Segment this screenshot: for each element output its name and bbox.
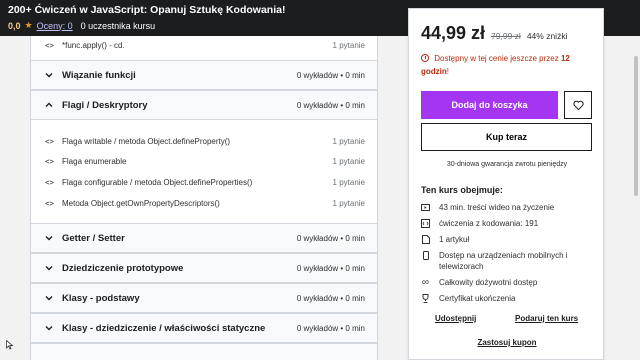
chevron-down-icon [45,236,53,241]
section-meta: 0 wykładów • 0 min [296,71,365,80]
lesson-meta: 1 pytanie [332,137,365,146]
infinity-icon: ∞ [421,277,430,288]
section-klasy-dziedziczenie[interactable]: Klasy - dziedziczenie / właściwości stat… [31,313,377,343]
section-meta: 0 wykładów • 0 min [296,101,365,110]
chevron-down-icon [45,326,53,331]
code-icon: <> [45,137,55,146]
star-icon: ★ [24,20,33,30]
lesson-item[interactable]: <> Metoda Object.getOwnPropertyDescripto… [31,194,377,214]
lesson-item[interactable]: <> Flaga enumerable 1 pytanie [31,152,377,172]
page-scrollbar[interactable] [632,36,640,360]
includes-title: Ten kurs obejmuje: [421,185,503,195]
lesson-meta: 1 pytanie [332,157,365,166]
trophy-icon [421,294,430,303]
lesson-name: Flaga enumerable [62,157,127,166]
discount-label: 44% zniżki [526,31,568,41]
lesson-meta: 1 pytanie [332,41,365,50]
code-icon: <> [45,157,55,166]
course-title: 200+ Ćwiczeń w JavaScript: Opanuj Sztukę… [8,4,286,16]
share-link[interactable]: Udostępnij [435,314,476,323]
section-meta: 0 wykładów • 0 min [296,294,365,303]
rating-value: 0,0 [8,20,21,31]
code-icon: <> [45,178,55,187]
includes-text: 1 artykuł [439,235,470,244]
lesson-meta: 1 pytanie [332,199,365,208]
add-to-cart-button[interactable]: Dodaj do koszyka [421,91,558,119]
chevron-down-icon [45,266,53,271]
section-wiazanie-funkcji[interactable]: Wiązanie funkcji 0 wykładów • 0 min [31,60,377,90]
section-title: Klasy - dziedziczenie / właściwości stat… [62,323,266,334]
includes-text: Całkowity dożywotni dostęp [439,278,538,287]
wishlist-button[interactable] [564,91,592,119]
section-getter-setter[interactable]: Getter / Setter 0 wykładów • 0 min [31,223,377,253]
file-icon [421,235,430,244]
section-lessons: <> Flaga writable / metoda Object.define… [31,120,377,222]
mobile-icon [421,251,430,260]
lesson-meta: 1 pytanie [332,178,365,187]
section-flagi-deskryptory[interactable]: Flagi / Deskryptory 0 wykładów • 0 min [31,90,377,120]
current-price: 44,99 zł [421,23,486,43]
includes-text: 43 min. treści wideo na życzenie [439,203,555,212]
mouse-cursor-icon [6,340,14,350]
chevron-down-icon [45,73,53,78]
price-timer: Dostępny w tej cenie jeszcze przez 12 go… [421,52,597,78]
lesson-item[interactable]: <> *func.apply() - cd. 1 pytanie [31,36,377,56]
section-title: Getter / Setter [62,233,125,244]
timer-prefix: Dostępny w tej cenie jeszcze przez [434,54,559,63]
purchase-card: 44,99 zł 79,99 zł 44% zniżki Dostępny w … [408,8,604,360]
code-icon [421,219,430,228]
apply-coupon-link[interactable]: Zastosuj kupon [409,338,605,347]
gift-course-link[interactable]: Podaruj ten kurs [515,314,578,323]
section-meta: 0 wykładów • 0 min [296,264,365,273]
code-icon: <> [45,41,55,50]
includes-text: Certyfikat ukończenia [439,294,516,303]
price-row: 44,99 zł 79,99 zł 44% zniżki [421,23,567,44]
includes-text: Dostęp na urządzeniach mobilnych i telew… [439,251,568,271]
original-price: 79,99 zł [491,31,521,41]
lesson-name: Flaga writable / metoda Object.definePro… [62,137,231,146]
section-klasy-podstawy[interactable]: Klasy - podstawy 0 wykładów • 0 min [31,283,377,313]
lesson-name: *func.apply() - cd. [62,41,125,50]
code-icon: <> [45,199,55,208]
money-back-guarantee: 30-dniowa gwarancja zwrotu pieniędzy [446,161,568,168]
course-rating-row: 0,0 ★ Oceny: 0 0 uczestnika kursu [8,20,155,31]
lesson-item[interactable]: <> Flaga configurable / metoda Object.de… [31,173,377,193]
scrollbar-thumb[interactable] [634,56,638,196]
section-title: Klasy - podstawy [62,293,140,304]
buy-now-button[interactable]: Kup teraz [421,123,592,151]
includes-text: ćwiczenia z kodowania: 191 [439,219,539,228]
video-icon [421,203,430,212]
section-meta: 0 wykładów • 0 min [296,234,365,243]
lesson-item[interactable]: <> Flaga writable / metoda Object.define… [31,132,377,152]
lesson-name: Metoda Object.getOwnPropertyDescriptors(… [62,199,220,208]
ratings-link[interactable]: Oceny: 0 [37,21,73,31]
section-title: Dziedziczenie prototypowe [62,263,184,274]
chevron-up-icon [45,102,53,107]
chevron-down-icon [45,296,53,301]
students-count: 0 uczestnika kursu [80,20,156,31]
heart-icon [572,100,584,110]
section-title: Wiązanie funkcji [62,70,136,81]
section-title: Flagi / Deskryptory [62,100,148,111]
curriculum-panel: <> *func.apply() - cd. 1 pytanie Wiązani… [30,36,378,360]
section-dziedziczenie-prototypowe[interactable]: Dziedziczenie prototypowe 0 wykładów • 0… [31,253,377,283]
lesson-name: Flaga configurable / metoda Object.defin… [62,178,253,187]
alarm-clock-icon [421,54,429,62]
timer-suffix: ! [446,67,450,76]
section-meta: 0 wykładów • 0 min [296,324,365,333]
section-cut-off[interactable] [31,343,377,360]
